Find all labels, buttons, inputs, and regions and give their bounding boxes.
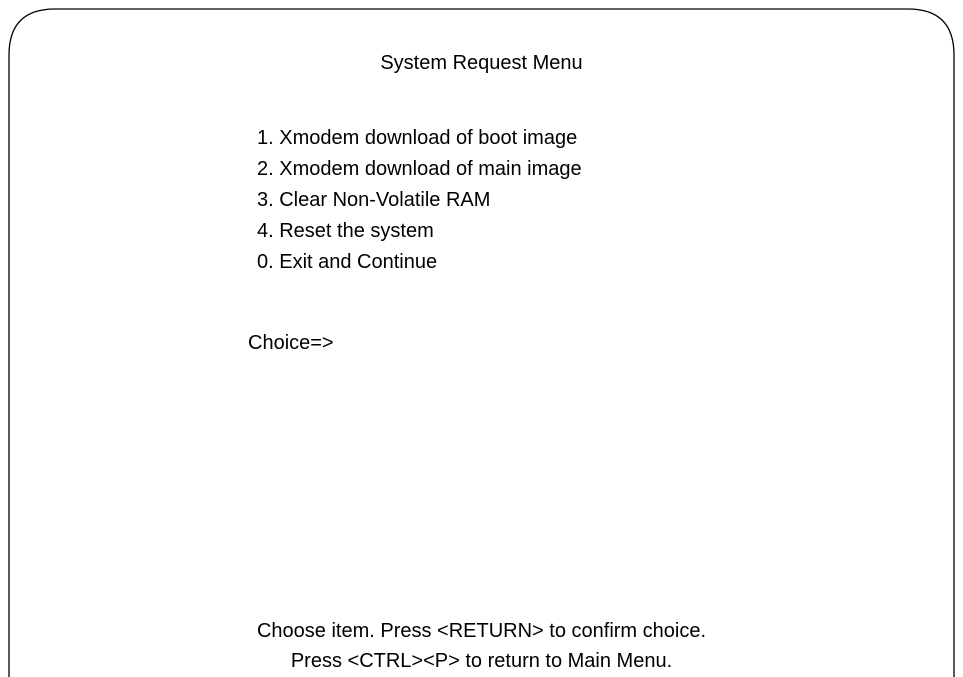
choice-input[interactable] (333, 331, 458, 353)
footer-instruction-confirm: Choose item. Press <RETURN> to confirm c… (256, 620, 707, 642)
page-title: System Request Menu (380, 52, 583, 74)
choice-prompt-label: Choice=> (248, 332, 334, 354)
terminal-frame (0, 0, 963, 677)
menu-item-xmodem-main[interactable]: 2. Xmodem download of main image (257, 157, 582, 188)
menu-item-clear-nvram[interactable]: 3. Clear Non-Volatile RAM (257, 188, 582, 219)
menu-item-exit-continue[interactable]: 0. Exit and Continue (257, 250, 582, 281)
menu-item-xmodem-boot[interactable]: 1. Xmodem download of boot image (257, 126, 582, 157)
menu-item-reset-system[interactable]: 4. Reset the system (257, 219, 582, 250)
system-request-menu: 1. Xmodem download of boot image 2. Xmod… (257, 126, 582, 281)
rounded-border-icon (8, 8, 955, 677)
footer-instruction-main-menu: Press <CTRL><P> to return to Main Menu. (290, 650, 673, 672)
choice-prompt-row: Choice=> (248, 331, 458, 355)
